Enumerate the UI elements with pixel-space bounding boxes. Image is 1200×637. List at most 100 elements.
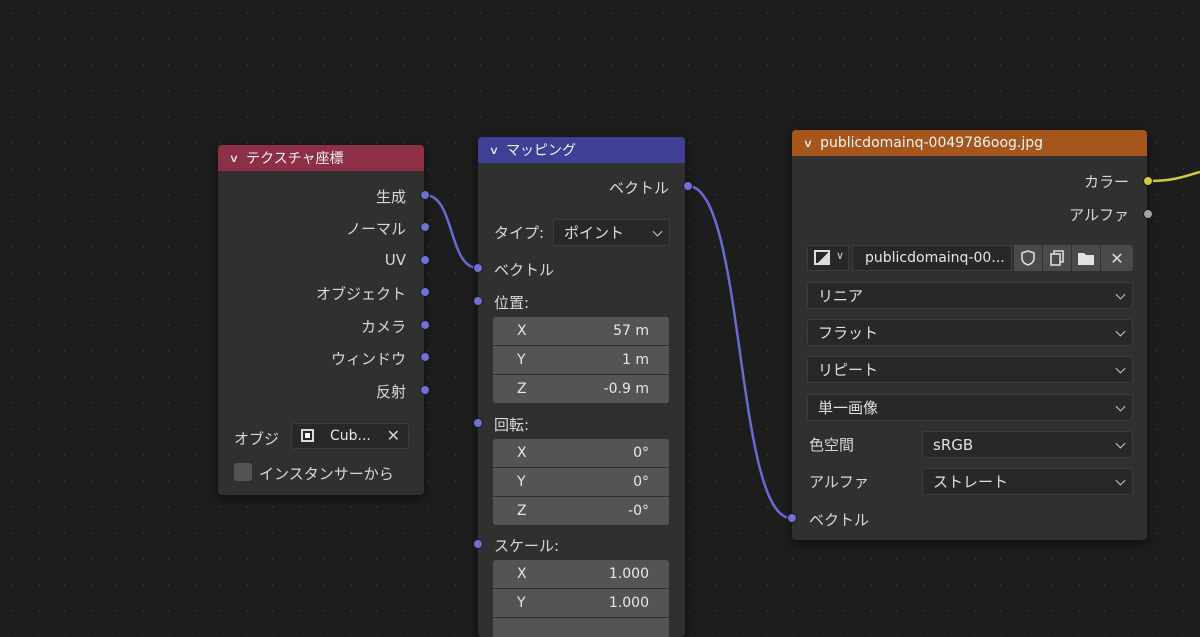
type-label: タイプ:: [494, 224, 545, 242]
socket-window-out[interactable]: [420, 352, 430, 362]
axis-label: Y: [517, 595, 526, 611]
output-camera-label: カメラ: [360, 318, 406, 336]
socket-rotation-in[interactable]: [473, 418, 483, 428]
image-texture-node[interactable]: ∨ publicdomainq-0049786oog.jpg カラー アルファ …: [792, 130, 1147, 540]
axis-label: Y: [517, 474, 526, 490]
unlink-image-button[interactable]: ✕: [1101, 245, 1133, 271]
socket-generated-out[interactable]: [420, 190, 430, 200]
location-label: 位置:: [494, 294, 530, 312]
duplicate-icon: [1050, 250, 1064, 266]
image-name-value: publicdomainq-00...: [865, 250, 1005, 266]
image-icon: [814, 250, 830, 265]
output-window-label: ウィンドウ: [330, 350, 406, 368]
chevron-down-icon: [1115, 363, 1126, 374]
chevron-down-icon: [1115, 401, 1126, 412]
rotation-z-field[interactable]: Z -0°: [493, 497, 669, 525]
alpha-mode-dropdown[interactable]: ストレート: [922, 468, 1133, 495]
chevron-down-icon[interactable]: ∨: [489, 144, 499, 157]
location-y-field[interactable]: Y 1 m: [493, 346, 669, 374]
input-vector-label: ベクトル: [809, 511, 870, 529]
scale-y-field[interactable]: Y 1.000: [493, 589, 669, 617]
location-z-field[interactable]: Z -0.9 m: [493, 375, 669, 403]
fake-user-button[interactable]: [1014, 245, 1042, 271]
chevron-down-icon: ∨: [836, 249, 845, 262]
socket-mapping-vector-out[interactable]: [683, 181, 693, 191]
axis-label: X: [517, 323, 527, 339]
extension-value: リピート: [818, 361, 879, 379]
node-title: publicdomainq-0049786oog.jpg: [820, 135, 1044, 151]
folder-icon: [1078, 253, 1094, 265]
axis-label: Z: [517, 503, 527, 519]
from-instancer-checkbox[interactable]: [234, 463, 252, 481]
mapping-node[interactable]: ∨ マッピング ベクトル タイプ: ポイント ベクトル 位置: X 57 m Y…: [478, 137, 685, 637]
texture-coordinate-node[interactable]: ∨ テクスチャ座標 生成 ノーマル UV オブジェクト カメラ ウィンドウ 反射…: [218, 145, 424, 495]
socket-reflection-out[interactable]: [420, 385, 430, 395]
source-dropdown[interactable]: 単一画像: [807, 394, 1133, 421]
scale-z-field[interactable]: [493, 618, 669, 637]
output-alpha-label: アルファ: [1069, 206, 1129, 224]
axis-value: -0°: [628, 503, 649, 519]
axis-value: 57 m: [613, 323, 649, 339]
link-generated-to-vector: [424, 193, 479, 270]
scale-x-field[interactable]: X 1.000: [493, 560, 669, 588]
scale-label: スケール:: [494, 537, 560, 555]
object-field-label: オブジ: [234, 430, 280, 448]
interpolation-dropdown[interactable]: リニア: [807, 282, 1133, 309]
socket-uv-out[interactable]: [420, 255, 430, 265]
projection-value: フラット: [818, 324, 879, 342]
output-generated-label: 生成: [375, 188, 406, 206]
alpha-mode-label: アルファ: [809, 473, 869, 491]
socket-mapping-vector-in[interactable]: [473, 263, 483, 273]
link-color-out: [1147, 170, 1200, 183]
projection-dropdown[interactable]: フラット: [807, 319, 1133, 346]
axis-label: Y: [517, 352, 526, 368]
from-instancer-label: インスタンサーから: [259, 465, 394, 483]
image-browse-button[interactable]: ∨: [807, 245, 849, 271]
chevron-down-icon: [1115, 326, 1126, 337]
type-value: ポイント: [564, 224, 625, 242]
location-x-field[interactable]: X 57 m: [493, 317, 669, 345]
axis-value: 1.000: [608, 595, 649, 611]
image-name-field[interactable]: publicdomainq-00...: [852, 245, 1012, 271]
socket-scale-in[interactable]: [473, 539, 483, 549]
rotation-y-field[interactable]: Y 0°: [493, 468, 669, 496]
socket-alpha-out[interactable]: [1143, 209, 1153, 219]
chevron-down-icon[interactable]: ∨: [803, 137, 813, 150]
object-cube-icon: [301, 429, 314, 442]
chevron-down-icon[interactable]: ∨: [229, 152, 239, 165]
texture-coordinate-header[interactable]: ∨ テクスチャ座標: [218, 145, 424, 171]
mapping-header[interactable]: ∨ マッピング: [478, 137, 685, 163]
close-icon[interactable]: ✕: [387, 426, 400, 445]
axis-value: 1.000: [608, 566, 649, 582]
link-mapping-to-image-vector: [687, 184, 792, 520]
socket-normal-out[interactable]: [420, 222, 430, 232]
colorspace-value: sRGB: [933, 435, 974, 454]
type-dropdown[interactable]: ポイント: [553, 219, 670, 246]
socket-color-out[interactable]: [1143, 176, 1153, 186]
source-value: 単一画像: [818, 399, 879, 417]
output-object-label: オブジェクト: [315, 285, 406, 303]
socket-camera-out[interactable]: [420, 320, 430, 330]
chevron-down-icon: [1115, 475, 1126, 486]
socket-image-vector-in[interactable]: [787, 513, 797, 523]
duplicate-image-button[interactable]: [1043, 245, 1071, 271]
colorspace-dropdown[interactable]: sRGB: [922, 431, 1133, 458]
extension-dropdown[interactable]: リピート: [807, 356, 1133, 383]
image-texture-header[interactable]: ∨ publicdomainq-0049786oog.jpg: [792, 130, 1147, 156]
image-selector-row: ∨ publicdomainq-00... ✕: [807, 245, 1133, 271]
output-vector-label: ベクトル: [608, 179, 669, 197]
chevron-down-icon: [652, 226, 663, 237]
output-uv-label: UV: [384, 251, 406, 269]
axis-value: 0°: [633, 445, 649, 461]
object-field[interactable]: Cub... ✕: [291, 423, 409, 449]
axis-value: 0°: [633, 474, 649, 490]
object-field-value: Cub...: [330, 428, 371, 444]
close-icon: ✕: [1110, 248, 1124, 268]
open-image-button[interactable]: [1072, 245, 1100, 271]
chevron-down-icon: [1115, 289, 1126, 300]
socket-location-in[interactable]: [473, 296, 483, 306]
output-reflection-label: 反射: [375, 383, 406, 401]
socket-object-out[interactable]: [420, 287, 430, 297]
output-normal-label: ノーマル: [345, 220, 406, 238]
rotation-x-field[interactable]: X 0°: [493, 439, 669, 467]
